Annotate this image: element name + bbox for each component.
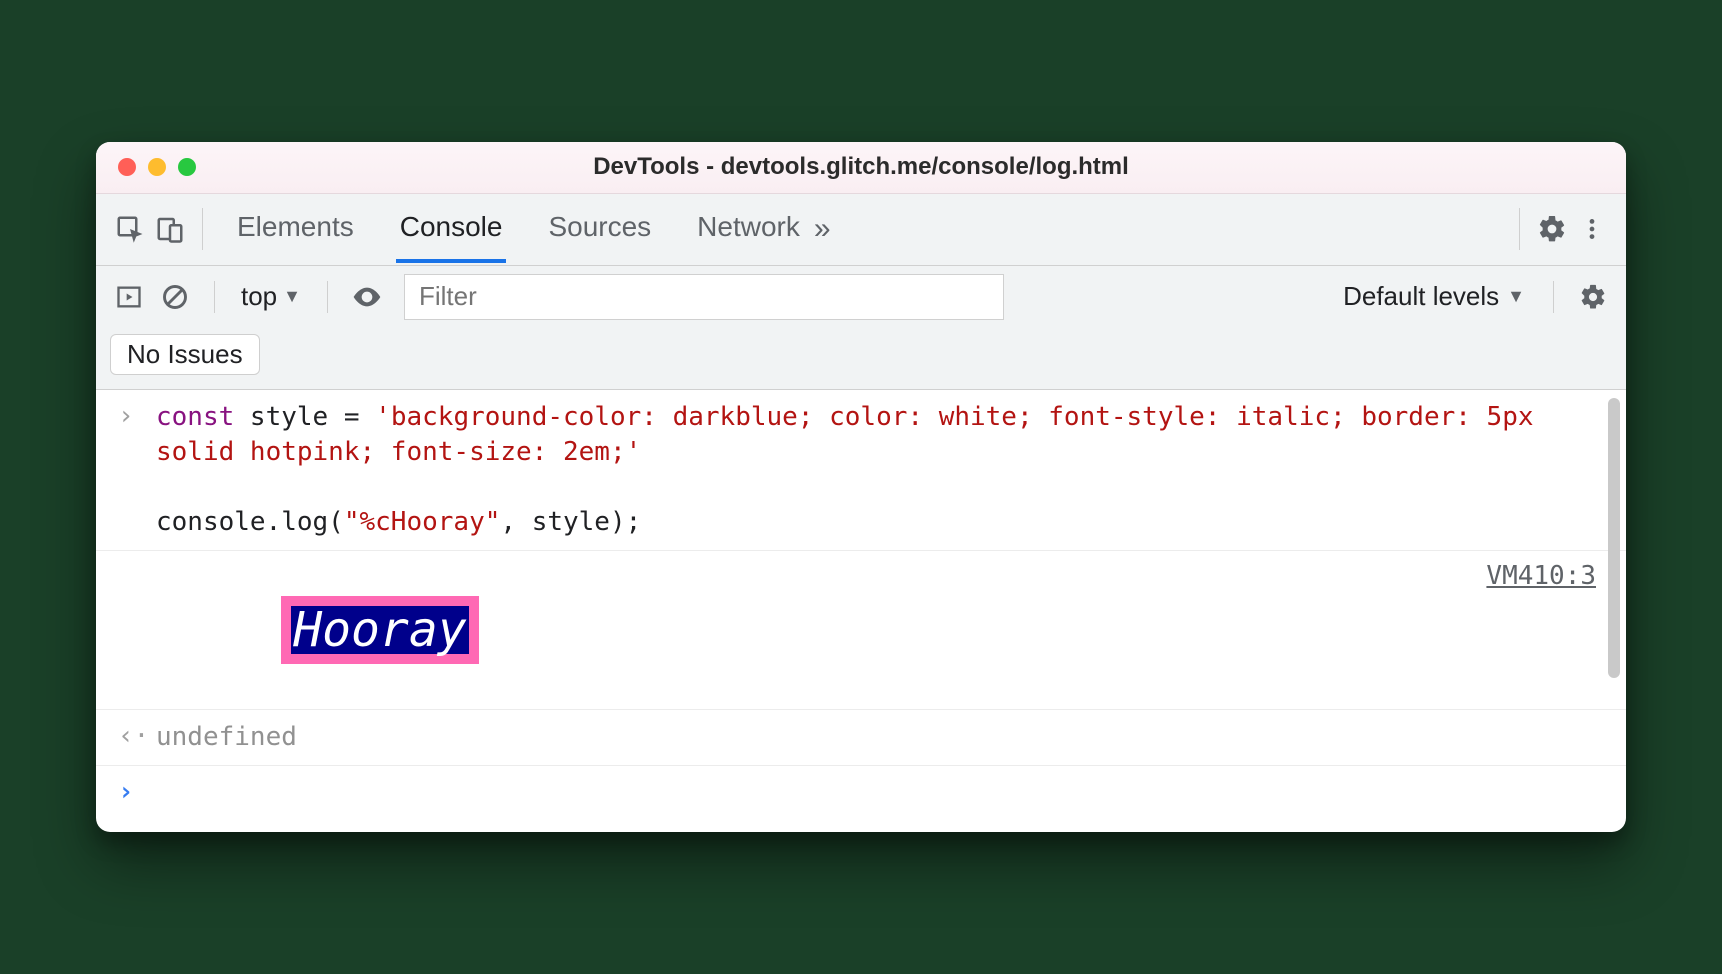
minimize-window-button[interactable]	[148, 158, 166, 176]
live-expression-icon[interactable]	[348, 278, 386, 316]
inspect-element-icon[interactable]	[110, 209, 150, 249]
console-input-entry: › const style = 'background-color: darkb…	[96, 390, 1626, 551]
settings-gear-icon[interactable]	[1532, 209, 1572, 249]
return-value: undefined	[156, 720, 1596, 755]
device-toggle-icon[interactable]	[150, 209, 190, 249]
tab-elements[interactable]: Elements	[233, 195, 358, 263]
scrollbar[interactable]	[1608, 398, 1620, 678]
input-gutter-icon: ›	[118, 400, 156, 540]
context-selector[interactable]: top ▼	[235, 281, 307, 312]
titlebar: DevTools - devtools.glitch.me/console/lo…	[96, 142, 1626, 194]
gutter	[118, 561, 156, 699]
divider	[214, 281, 215, 313]
maximize-window-button[interactable]	[178, 158, 196, 176]
prompt-gutter-icon: ›	[118, 776, 156, 810]
main-tabbar: Elements Console Sources Network »	[96, 194, 1626, 266]
tab-sources[interactable]: Sources	[544, 195, 655, 263]
log-levels-selector[interactable]: Default levels ▼	[1343, 281, 1533, 312]
console-return-entry: ‹· undefined	[96, 710, 1626, 766]
window-controls	[118, 158, 196, 176]
issues-row: No Issues	[96, 328, 1626, 390]
console-log-entry: Hooray VM410:3	[96, 551, 1626, 710]
devtools-window: DevTools - devtools.glitch.me/console/lo…	[96, 142, 1626, 832]
styled-log-output: Hooray	[281, 596, 478, 664]
string-literal: "%cHooray"	[344, 507, 501, 537]
window-title: DevTools - devtools.glitch.me/console/lo…	[96, 153, 1626, 181]
divider	[327, 281, 328, 313]
code-text: , style);	[500, 507, 641, 537]
panel-tabs: Elements Console Sources Network	[233, 195, 804, 263]
return-gutter-icon: ‹·	[118, 720, 156, 755]
close-window-button[interactable]	[118, 158, 136, 176]
divider	[1519, 208, 1520, 250]
console-settings-gear-icon[interactable]	[1574, 278, 1612, 316]
console-toolbar: top ▼ Default levels ▼	[96, 266, 1626, 328]
dropdown-triangle-icon: ▼	[283, 286, 301, 307]
console-prompt-row[interactable]: ›	[96, 766, 1626, 832]
divider	[202, 208, 203, 250]
dropdown-triangle-icon: ▼	[1507, 286, 1525, 307]
context-label: top	[241, 281, 277, 312]
code-text: console.log(	[156, 507, 344, 537]
issues-pill[interactable]: No Issues	[110, 334, 260, 375]
code-text: style =	[234, 402, 375, 432]
kebab-menu-icon[interactable]	[1572, 209, 1612, 249]
code-content[interactable]: const style = 'background-color: darkblu…	[156, 400, 1596, 540]
console-output: › const style = 'background-color: darkb…	[96, 390, 1626, 832]
log-content: Hooray	[156, 561, 1466, 699]
tab-console[interactable]: Console	[396, 195, 507, 263]
clear-console-icon[interactable]	[156, 278, 194, 316]
source-link[interactable]: VM410:3	[1466, 561, 1596, 699]
toggle-sidebar-icon[interactable]	[110, 278, 148, 316]
tab-network[interactable]: Network	[693, 195, 804, 263]
more-tabs-icon[interactable]: »	[804, 212, 841, 246]
keyword: const	[156, 402, 234, 432]
divider	[1553, 281, 1554, 313]
filter-input[interactable]	[404, 274, 1004, 320]
levels-label: Default levels	[1343, 281, 1499, 312]
